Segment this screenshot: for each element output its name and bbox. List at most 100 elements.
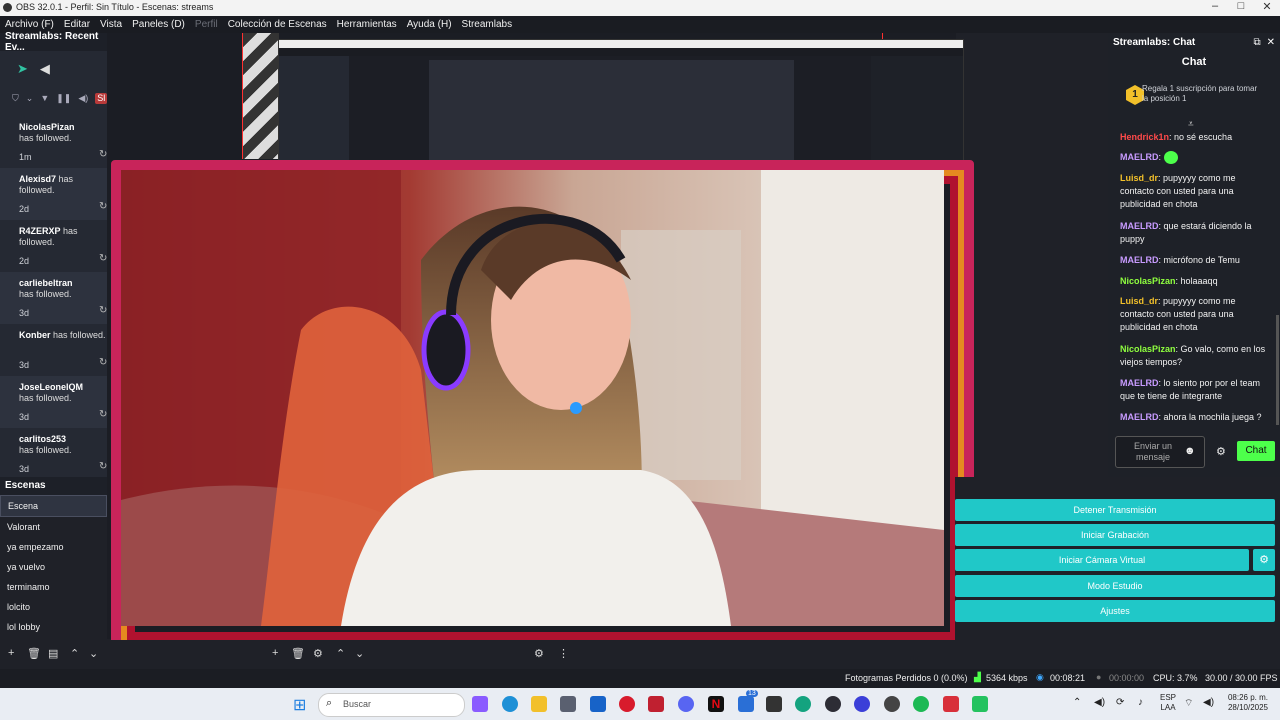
chat-message: MAELRD: lo siento por por el team que te… xyxy=(1120,377,1268,403)
scene-item[interactable]: Escena xyxy=(0,495,107,517)
app-icon[interactable] xyxy=(943,696,959,712)
maximize-icon[interactable]: □ xyxy=(1228,0,1254,12)
streamlabs-live-badge[interactable]: Sl xyxy=(95,93,108,104)
tray-chevron-icon[interactable]: ⌃ xyxy=(1073,697,1081,708)
transparency-pattern xyxy=(243,33,279,159)
audio-settings-icon[interactable]: ⚙ xyxy=(534,647,544,660)
menu-editar[interactable]: Editar xyxy=(59,19,95,30)
scene-item[interactable]: ya vuelvo xyxy=(0,557,107,577)
sync-tray-icon[interactable]: ⟳ xyxy=(1116,697,1124,708)
chevron-down-icon[interactable]: ⌄ xyxy=(26,93,34,104)
menu-paneles[interactable]: Paneles (D) xyxy=(127,19,190,30)
language-indicator[interactable]: ESP LAA xyxy=(1160,693,1176,713)
virtual-camera-settings-gear-icon[interactable]: ⚙ xyxy=(1253,549,1275,571)
webcam-source[interactable] xyxy=(111,160,974,656)
spotify-icon[interactable] xyxy=(913,696,929,712)
source-settings-gear-icon[interactable]: ⚙ xyxy=(313,647,323,660)
menu-archivo[interactable]: Archivo (F) xyxy=(0,19,59,30)
menu-ayuda[interactable]: Ayuda (H) xyxy=(402,19,457,30)
teams-icon[interactable]: 13 xyxy=(738,690,758,712)
event-user: carliebeltran xyxy=(19,278,73,288)
nested-titlebar xyxy=(279,40,963,48)
cpu-usage: CPU: 3.7% xyxy=(1153,673,1198,683)
search-placeholder: Buscar xyxy=(343,699,372,709)
add-scene-icon[interactable]: + xyxy=(8,647,14,659)
move-down-icon[interactable]: ⌄ xyxy=(89,647,98,660)
float-dock-icon[interactable]: ⧉ xyxy=(1253,37,1260,48)
move-up-icon[interactable]: ⌃ xyxy=(70,647,79,660)
clock[interactable]: 08:26 p. m. 28/10/2025 xyxy=(1222,693,1268,713)
minimize-icon[interactable]: – xyxy=(1202,0,1228,12)
scene-filters-icon[interactable]: ▤ xyxy=(48,647,58,660)
language-code: ESP xyxy=(1160,693,1177,702)
chat-message: Luisd_dr: pupyyyy como me contacto con u… xyxy=(1120,295,1268,334)
filter-icon[interactable]: ▼ xyxy=(40,93,49,104)
copilot-icon[interactable] xyxy=(472,696,488,712)
record-icon: ● xyxy=(1096,672,1102,682)
menu-herramientas[interactable]: Herramientas xyxy=(332,19,402,30)
chat-message-input[interactable]: Enviar un mensaje ☻ xyxy=(1115,436,1205,468)
menu-coleccion-escenas[interactable]: Colección de Escenas xyxy=(223,19,332,30)
webcam-image xyxy=(121,170,944,626)
chat-send-button[interactable]: Chat xyxy=(1237,441,1275,461)
edge-icon[interactable] xyxy=(502,696,518,712)
app-icon[interactable] xyxy=(766,696,782,712)
speaker-icon[interactable]: ◀) xyxy=(1203,697,1214,708)
source-down-icon[interactable]: ⌄ xyxy=(355,647,364,660)
shield-icon[interactable]: ⛉ xyxy=(12,93,19,104)
discord-icon[interactable] xyxy=(678,696,694,712)
chat-scrollbar[interactable] xyxy=(1276,315,1279,425)
chat-settings-gear-icon[interactable]: ⚙ xyxy=(1216,445,1226,458)
app-icon[interactable] xyxy=(854,696,870,712)
emoji-icon[interactable]: ☻ xyxy=(1184,445,1196,457)
scene-item[interactable]: lol lobby xyxy=(0,617,107,637)
stop-stream-button[interactable]: Detener Transmisión xyxy=(955,499,1275,521)
event-text: has followed. xyxy=(19,289,72,299)
source-up-icon[interactable]: ⌃ xyxy=(336,647,345,660)
store-icon[interactable] xyxy=(560,696,576,712)
volume-icon[interactable]: ◀) xyxy=(78,93,88,104)
menu-perfil[interactable]: Perfil xyxy=(190,19,223,30)
volume-tray-icon[interactable]: ◀) xyxy=(1094,697,1105,708)
start-icon[interactable]: ⊞ xyxy=(293,695,306,715)
menu-streamlabs[interactable]: Streamlabs xyxy=(457,19,518,30)
chat-user: NicolasPizan xyxy=(1120,344,1176,354)
studio-mode-button[interactable]: Modo Estudio xyxy=(955,575,1275,597)
outlook-icon[interactable] xyxy=(590,696,606,712)
start-virtual-camera-button[interactable]: Iniciar Cámara Virtual xyxy=(955,549,1249,571)
scene-item[interactable]: Valorant xyxy=(0,517,107,537)
file-explorer-icon[interactable] xyxy=(531,696,547,712)
scene-item[interactable]: terminamo xyxy=(0,577,107,597)
add-source-icon[interactable]: + xyxy=(272,647,278,659)
megaphone-icon[interactable]: ◀ xyxy=(40,61,50,77)
pause-icon[interactable]: ❚❚ xyxy=(56,93,71,104)
scene-item[interactable]: lolcito xyxy=(0,597,107,617)
close-window-icon[interactable]: ✕ xyxy=(1254,0,1280,13)
steam-icon[interactable] xyxy=(884,696,900,712)
close-dock-icon[interactable]: ✕ xyxy=(1267,37,1275,48)
collapse-icon[interactable]: ⩡ xyxy=(1188,119,1194,130)
event-user: R4ZERXP xyxy=(19,226,61,236)
send-icon[interactable]: ➤ xyxy=(17,61,28,77)
app-icon[interactable] xyxy=(648,696,664,712)
netflix-icon[interactable]: N xyxy=(708,696,724,712)
app-icon[interactable] xyxy=(972,696,988,712)
menu-vista[interactable]: Vista xyxy=(95,19,127,30)
opera-icon[interactable] xyxy=(619,696,635,712)
taskbar-search[interactable]: ⌕ Buscar xyxy=(318,693,465,717)
settings-button[interactable]: Ajustes xyxy=(955,600,1275,622)
chat-dock-header: Streamlabs: Chat ⧉ ✕ xyxy=(1108,33,1280,51)
remove-scene-icon[interactable]: 🗑 xyxy=(27,647,41,660)
wifi-icon[interactable]: ⌔ xyxy=(1184,697,1193,710)
chat-text: : xyxy=(1158,152,1162,162)
scene-item[interactable]: ya empezamo xyxy=(0,537,107,557)
event-text: has followed. xyxy=(19,393,72,403)
more-options-icon[interactable]: ⋮ xyxy=(558,647,569,660)
mic-tray-icon[interactable]: ♪ xyxy=(1138,697,1143,708)
obs-taskbar-icon[interactable] xyxy=(825,696,841,712)
start-recording-button[interactable]: Iniciar Grabación xyxy=(955,524,1275,546)
chat-message: Hendrick1n: no sé escucha xyxy=(1120,131,1268,144)
remove-source-icon[interactable]: 🗑 xyxy=(291,647,305,660)
chat-title: Chat xyxy=(1181,56,1207,68)
app-icon[interactable] xyxy=(795,696,811,712)
